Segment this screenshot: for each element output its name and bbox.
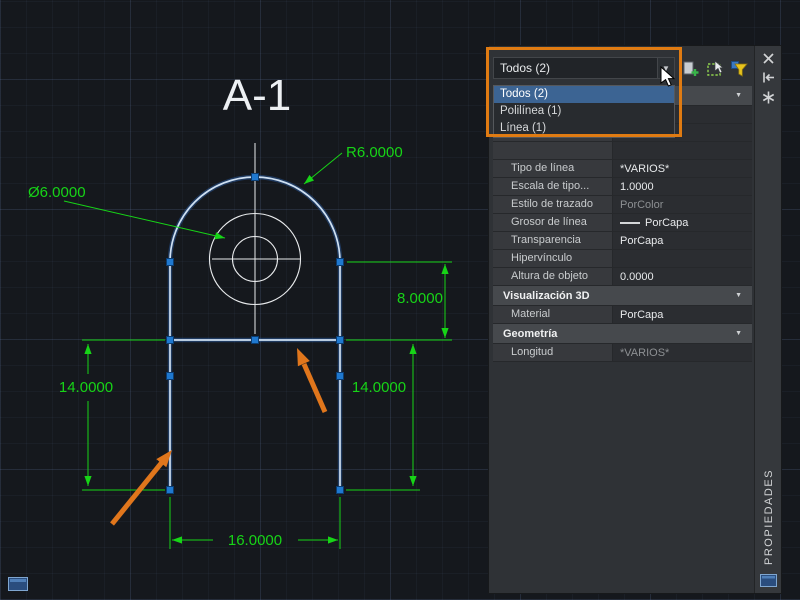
dim-bottom-width: 16.0000 (228, 532, 282, 549)
pickadd-toggle-icon[interactable] (681, 59, 701, 79)
property-row-material[interactable]: Material PorCapa (493, 306, 752, 324)
property-label: Longitud (493, 344, 613, 361)
chevron-down-icon[interactable]: ▼ (735, 92, 742, 99)
property-label: Estilo de trazado (493, 196, 613, 213)
property-value: PorColor (613, 196, 752, 213)
dim-left-height: 14.0000 (59, 379, 113, 396)
property-row-hipervinculo[interactable]: Hipervínculo (493, 250, 752, 268)
property-row-estilo-de-trazado[interactable]: Estilo de trazado PorColor (493, 196, 752, 214)
property-row-grosor-de-linea[interactable]: Grosor de línea PorCapa (493, 214, 752, 232)
palette-title: PROPIEDADES (763, 469, 776, 565)
mouse-cursor (660, 66, 676, 87)
palette-window-icon[interactable] (760, 574, 778, 587)
auto-hide-icon[interactable] (761, 70, 776, 85)
autocad-screen: A-1 R6.0000 Ø6.0000 8.0000 14.0000 14.00… (0, 0, 800, 600)
close-icon[interactable] (761, 51, 776, 66)
highlight-callout (486, 47, 682, 137)
property-value[interactable] (613, 250, 752, 267)
category-label: Visualización 3D (503, 289, 590, 302)
property-value: *VARIOS* (613, 344, 752, 361)
property-row-transparencia[interactable]: Transparencia PorCapa (493, 232, 752, 250)
property-row-altura-de-objeto[interactable]: Altura de objeto 0.0000 (493, 268, 752, 286)
drawing-title: A-1 (223, 71, 291, 120)
property-label: Material (493, 306, 613, 323)
chevron-down-icon[interactable]: ▼ (735, 330, 742, 337)
property-row-tipo-de-linea[interactable]: Tipo de línea *VARIOS* (493, 160, 752, 178)
viewport-corner-icon[interactable] (8, 577, 28, 591)
property-value[interactable]: 0.0000 (613, 268, 752, 285)
property-label: Tipo de línea (493, 160, 613, 177)
property-value[interactable]: PorCapa (613, 214, 752, 231)
dim-slot-height: 8.0000 (397, 290, 443, 307)
category-visualizacion-3d[interactable]: Visualización 3D ▼ (493, 286, 752, 306)
property-label: Transparencia (493, 232, 613, 249)
property-row[interactable] (493, 142, 752, 160)
palette-title-bar[interactable]: PROPIEDADES (754, 46, 781, 593)
property-row-longitud[interactable]: Longitud *VARIOS* (493, 344, 752, 362)
category-label: Geometría (503, 327, 558, 340)
select-objects-icon[interactable] (705, 59, 725, 79)
dim-diameter: Ø6.0000 (28, 184, 86, 201)
property-row-escala-de-tipo[interactable]: Escala de tipo... 1.0000 (493, 178, 752, 196)
dimension-labels[interactable]: R6.0000 Ø6.0000 8.0000 14.0000 14.0000 1… (28, 144, 443, 549)
annotation-arrows (110, 348, 328, 526)
dim-radius: R6.0000 (346, 144, 403, 161)
property-value[interactable]: PorCapa (613, 306, 752, 323)
circles[interactable] (208, 143, 302, 334)
property-value[interactable]: 1.0000 (613, 178, 752, 195)
property-value[interactable]: *VARIOS* (613, 160, 752, 177)
dim-right-height: 14.0000 (352, 379, 406, 396)
category-geometria[interactable]: Geometría ▼ (493, 324, 752, 344)
chevron-down-icon[interactable]: ▼ (735, 292, 742, 299)
dimensions[interactable] (63, 152, 452, 549)
property-value[interactable]: PorCapa (613, 232, 752, 249)
property-label: Grosor de línea (493, 214, 613, 231)
lineweight-sample-icon (620, 221, 640, 224)
property-label: Hipervínculo (493, 250, 613, 267)
quick-select-icon[interactable] (729, 59, 749, 79)
palette-settings-icon[interactable] (761, 90, 776, 105)
property-label: Altura de objeto (493, 268, 613, 285)
property-label: Escala de tipo... (493, 178, 613, 195)
